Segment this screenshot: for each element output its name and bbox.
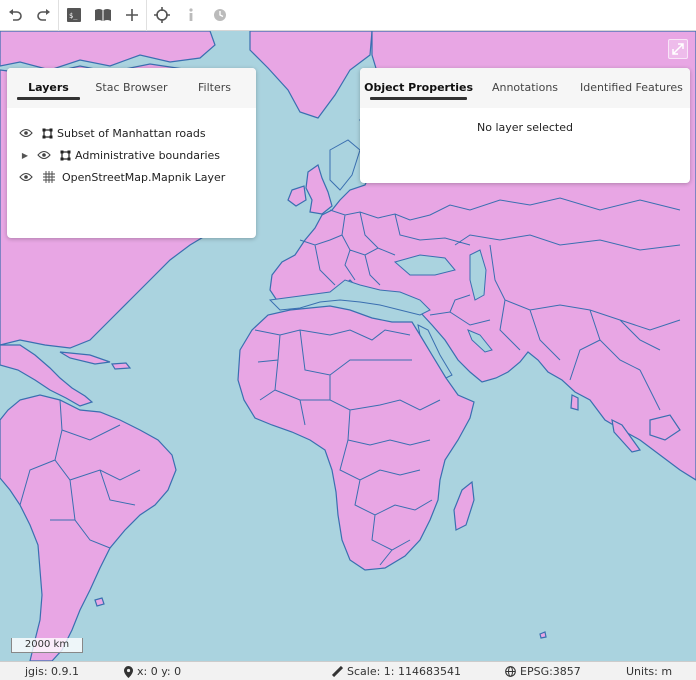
status-bar: jgis: 0.9.1 x: 0 y: 0 Scale: 1: 11468354… xyxy=(0,661,696,680)
expand-icon xyxy=(672,43,684,55)
terminal-icon: $_ xyxy=(66,8,81,22)
eye-icon[interactable] xyxy=(18,171,34,183)
tab-object-properties[interactable]: Object Properties xyxy=(360,68,477,108)
properties-panel: Object Properties Annotations Identified… xyxy=(360,68,690,183)
landmass-great-britain xyxy=(305,164,333,215)
map-pin-icon xyxy=(124,665,133,678)
landmass-ireland xyxy=(287,185,307,207)
ruler-icon xyxy=(332,666,343,677)
info-icon xyxy=(188,8,193,21)
landmass-north-america-arctic xyxy=(0,31,216,71)
center-location-button[interactable] xyxy=(147,0,176,31)
coords-text: x: 0 y: 0 xyxy=(137,665,182,678)
landmass-greenland xyxy=(249,31,373,119)
landmass-south-georgia xyxy=(539,631,547,639)
version-label: jgis: 0.9.1 xyxy=(25,665,79,678)
plus-icon xyxy=(125,9,138,21)
properties-panel-tabs: Object Properties Annotations Identified… xyxy=(360,68,690,108)
scale-text: Scale: 1: 114683541 xyxy=(347,665,461,678)
layer-list: Subset of Manhattan roads ▶ Administrati… xyxy=(7,108,256,188)
toolbar: $_ xyxy=(0,0,696,31)
baltic-sea xyxy=(329,139,361,191)
book-icon xyxy=(94,9,111,21)
eye-icon[interactable] xyxy=(36,149,52,161)
temporal-button[interactable] xyxy=(205,0,234,31)
crs-text: EPSG:3857 xyxy=(520,665,581,678)
landmass-sri-lanka xyxy=(570,394,579,411)
scale-readout: Scale: 1: 114683541 xyxy=(332,665,461,678)
tab-annotations[interactable]: Annotations xyxy=(477,68,573,108)
layer-group-item[interactable]: ▶ Administrative boundaries xyxy=(7,144,256,166)
scale-line: 2000 km xyxy=(11,638,83,653)
caret-right-icon[interactable]: ▶ xyxy=(18,151,32,160)
crosshair-icon xyxy=(153,7,170,23)
version-text: jgis: 0.9.1 xyxy=(25,665,80,678)
redo-button[interactable] xyxy=(29,0,58,31)
add-layer-button[interactable] xyxy=(117,0,146,31)
empty-state-message: No layer selected xyxy=(477,121,573,134)
layers-panel: Layers Stac Browser Filters Subset of Ma… xyxy=(7,68,256,238)
layer-name: OpenStreetMap.Mapnik Layer xyxy=(62,170,226,184)
globe-icon xyxy=(505,666,516,677)
fullscreen-button[interactable] xyxy=(668,39,688,59)
raster-layer-icon xyxy=(42,170,56,184)
layer-item[interactable]: OpenStreetMap.Mapnik Layer xyxy=(7,166,256,188)
identify-button[interactable] xyxy=(176,0,205,31)
redo-icon xyxy=(36,9,50,21)
open-book-button[interactable] xyxy=(88,0,117,31)
terminal-button[interactable]: $_ xyxy=(59,0,88,31)
units-text: Units: m xyxy=(626,665,673,678)
clock-icon xyxy=(213,9,226,21)
layers-panel-tabs: Layers Stac Browser Filters xyxy=(7,68,256,108)
tab-layers[interactable]: Layers xyxy=(7,68,90,108)
svg-text:$_: $_ xyxy=(69,12,78,20)
tab-filters[interactable]: Filters xyxy=(173,68,256,108)
coordinates-readout: x: 0 y: 0 xyxy=(124,665,181,678)
tab-identified-features[interactable]: Identified Features xyxy=(573,68,690,108)
crs-readout: EPSG:3857 xyxy=(505,665,581,678)
landmass-falklands xyxy=(94,597,105,607)
landmass-south-america xyxy=(0,394,177,661)
landmass-cuba xyxy=(59,351,111,365)
landmass-africa xyxy=(237,305,475,571)
vector-layer-icon xyxy=(58,148,72,162)
undo-button[interactable] xyxy=(0,0,29,31)
layer-name: Subset of Manhattan roads xyxy=(57,126,206,140)
layer-item[interactable]: Subset of Manhattan roads xyxy=(7,122,256,144)
undo-icon xyxy=(8,9,22,21)
tab-stac-browser[interactable]: Stac Browser xyxy=(90,68,173,108)
vector-layer-icon xyxy=(40,126,54,140)
layer-name: Administrative boundaries xyxy=(75,148,221,162)
landmass-madagascar xyxy=(453,480,475,531)
eye-icon[interactable] xyxy=(18,127,34,139)
units-readout: Units: m xyxy=(626,665,672,678)
landmass-hispaniola xyxy=(110,362,132,370)
